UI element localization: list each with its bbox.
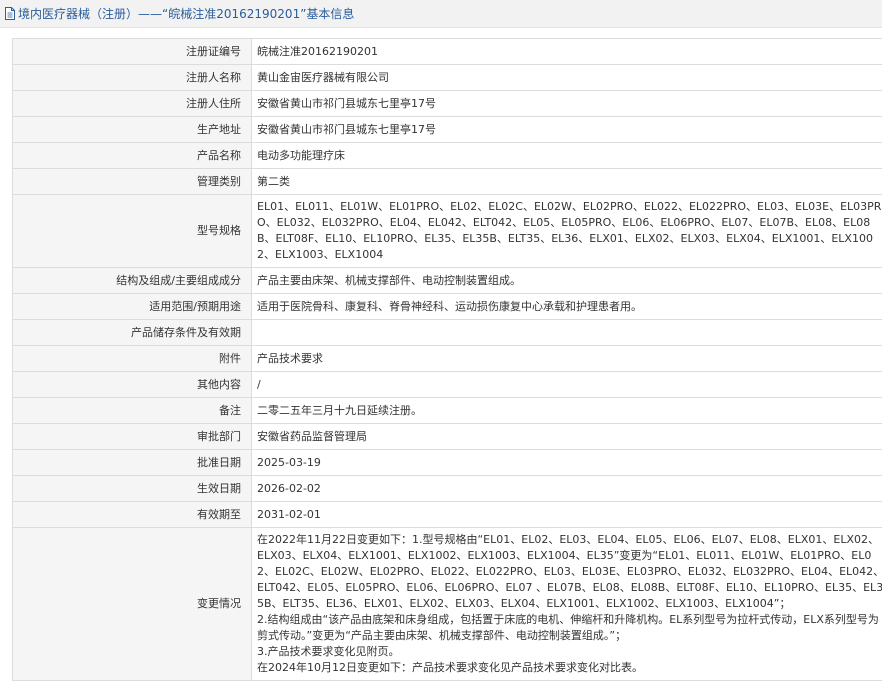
change-paragraph: 3.产品技术要求变化见附页。: [257, 644, 882, 660]
field-value: 二零二五年三月十九日延续注册。: [252, 398, 882, 424]
document-icon: [4, 7, 16, 20]
change-paragraph: 2.结构组成由“该产品由底架和床身组成，包括置于床底的电机、伸缩杆和升降机构。E…: [257, 612, 882, 644]
field-value: 安徽省黄山市祁门县城东七里亭17号: [252, 91, 882, 117]
field-label: 注册人名称: [13, 65, 252, 91]
field-label: 管理类别: [13, 169, 252, 195]
field-label: 生效日期: [13, 476, 252, 502]
table-row: 其他内容 /: [13, 372, 882, 398]
field-value: 黄山金宙医疗器械有限公司: [252, 65, 882, 91]
field-label: 注册人住所: [13, 91, 252, 117]
field-label: 其他内容: [13, 372, 252, 398]
field-value: 2031-02-01: [252, 502, 882, 528]
table-row: 生效日期 2026-02-02: [13, 476, 882, 502]
field-label: 批准日期: [13, 450, 252, 476]
field-value: 产品主要由床架、机械支撑部件、电动控制装置组成。: [252, 268, 882, 294]
table-row: 结构及组成/主要组成成分 产品主要由床架、机械支撑部件、电动控制装置组成。: [13, 268, 882, 294]
field-label: 审批部门: [13, 424, 252, 450]
table-row-changes: 变更情况 在2022年11月22日变更如下：1.型号规格由“EL01、EL02、…: [13, 528, 882, 681]
field-value: 2025-03-19: [252, 450, 882, 476]
table-row: 审批部门 安徽省药品监督管理局: [13, 424, 882, 450]
field-label: 结构及组成/主要组成成分: [13, 268, 252, 294]
field-label: 产品储存条件及有效期: [13, 320, 252, 346]
field-value: 2026-02-02: [252, 476, 882, 502]
field-label: 适用范围/预期用途: [13, 294, 252, 320]
table-row: 生产地址 安徽省黄山市祁门县城东七里亭17号: [13, 117, 882, 143]
table-row: 附件 产品技术要求: [13, 346, 882, 372]
field-value: 产品技术要求: [252, 346, 882, 372]
field-value: EL01、EL011、EL01W、EL01PRO、EL02、EL02C、EL02…: [252, 195, 882, 268]
field-value: 安徽省黄山市祁门县城东七里亭17号: [252, 117, 882, 143]
table-row: 产品储存条件及有效期: [13, 320, 882, 346]
change-paragraph: 在2022年11月22日变更如下：1.型号规格由“EL01、EL02、EL03、…: [257, 532, 882, 612]
field-label: 附件: [13, 346, 252, 372]
table-row: 批准日期 2025-03-19: [13, 450, 882, 476]
field-label: 型号规格: [13, 195, 252, 268]
table-row: 有效期至 2031-02-01: [13, 502, 882, 528]
table-row: 注册人住所 安徽省黄山市祁门县城东七里亭17号: [13, 91, 882, 117]
field-value: 安徽省药品监督管理局: [252, 424, 882, 450]
table-row: 管理类别 第二类: [13, 169, 882, 195]
field-value: 适用于医院骨科、康复科、脊骨神经科、运动损伤康复中心承载和护理患者用。: [252, 294, 882, 320]
field-value: 电动多功能理疗床: [252, 143, 882, 169]
field-value: /: [252, 372, 882, 398]
field-value: 第二类: [252, 169, 882, 195]
field-label: 生产地址: [13, 117, 252, 143]
field-label: 注册证编号: [13, 39, 252, 65]
change-history: 在2022年11月22日变更如下：1.型号规格由“EL01、EL02、EL03、…: [252, 528, 882, 681]
table-row: 注册人名称 黄山金宙医疗器械有限公司: [13, 65, 882, 91]
page-header: 境内医疗器械（注册）——“皖械注准20162190201”基本信息: [0, 0, 882, 28]
field-label: 有效期至: [13, 502, 252, 528]
page-title: 境内医疗器械（注册）——“皖械注准20162190201”基本信息: [18, 5, 354, 22]
table-row: 适用范围/预期用途 适用于医院骨科、康复科、脊骨神经科、运动损伤康复中心承载和护…: [13, 294, 882, 320]
table-row: 注册证编号 皖械注准20162190201: [13, 39, 882, 65]
field-value: [252, 320, 882, 346]
table-row: 备注 二零二五年三月十九日延续注册。: [13, 398, 882, 424]
field-label: 变更情况: [13, 528, 252, 681]
field-label: 产品名称: [13, 143, 252, 169]
table-row: 型号规格 EL01、EL011、EL01W、EL01PRO、EL02、EL02C…: [13, 195, 882, 268]
change-paragraph: 在2024年10月12日变更如下：产品技术要求变化见产品技术要求变化对比表。: [257, 660, 882, 676]
registration-info-table: 注册证编号 皖械注准20162190201 注册人名称 黄山金宙医疗器械有限公司…: [12, 38, 882, 681]
table-row: 产品名称 电动多功能理疗床: [13, 143, 882, 169]
field-value: 皖械注准20162190201: [252, 39, 882, 65]
field-label: 备注: [13, 398, 252, 424]
